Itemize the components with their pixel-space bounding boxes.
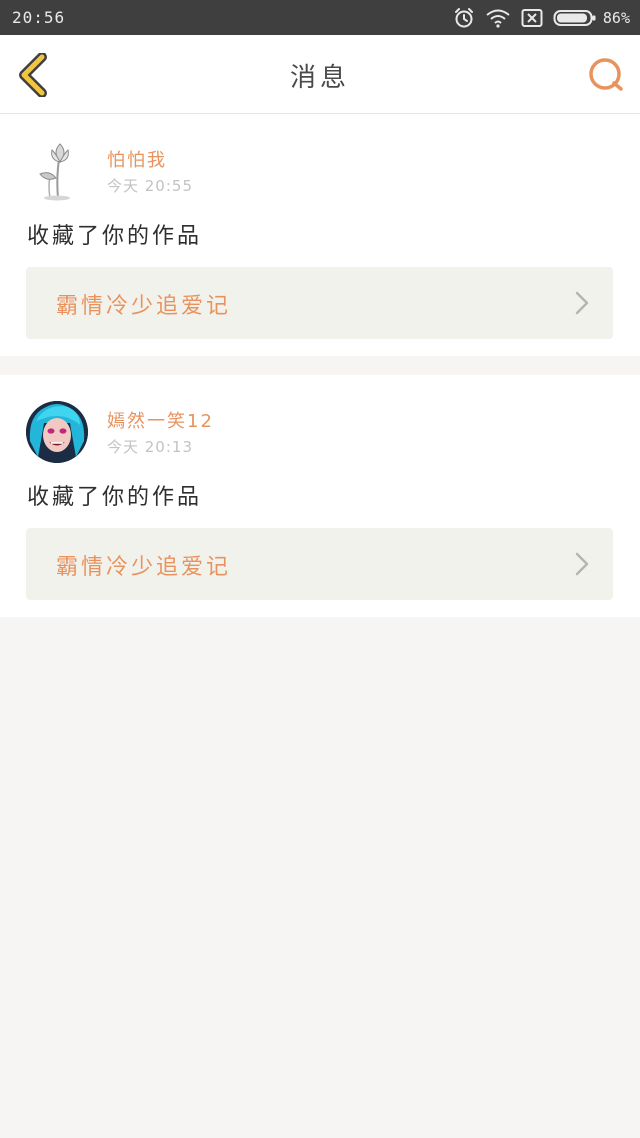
battery-icon bbox=[553, 8, 597, 28]
notification-message: 收藏了你的作品 bbox=[27, 224, 203, 249]
status-time: 20:56 bbox=[12, 8, 66, 27]
header: 消息 bbox=[0, 35, 640, 114]
jinx-avatar-image bbox=[26, 401, 88, 463]
timestamp: 今天 20:13 bbox=[107, 438, 193, 456]
work-title: 霸情冷少追爱记 bbox=[56, 555, 232, 580]
work-title: 霸情冷少追爱记 bbox=[56, 294, 232, 319]
username[interactable]: 怕怕我 bbox=[107, 146, 167, 172]
notification-card: 嫣然一笑12 今天 20:13 收藏了你的作品 霸情冷少追爱记 bbox=[0, 375, 640, 617]
notification-message: 收藏了你的作品 bbox=[27, 485, 203, 510]
status-icons: 86% bbox=[453, 6, 630, 30]
search-button[interactable] bbox=[586, 55, 626, 95]
avatar[interactable] bbox=[26, 140, 88, 202]
wifi-icon bbox=[485, 8, 511, 28]
status-bar: 20:56 86% bbox=[0, 0, 640, 35]
chevron-right-icon bbox=[575, 552, 589, 576]
battery-percent: 86% bbox=[602, 9, 630, 27]
avatar[interactable] bbox=[26, 401, 88, 463]
work-link[interactable]: 霸情冷少追爱记 bbox=[26, 267, 613, 339]
search-icon bbox=[589, 58, 623, 91]
page-title: 消息 bbox=[289, 63, 350, 93]
chevron-right-icon bbox=[575, 291, 589, 315]
no-sim-icon bbox=[521, 8, 543, 28]
username[interactable]: 嫣然一笑12 bbox=[107, 407, 214, 433]
lotus-avatar-image bbox=[39, 143, 70, 201]
timestamp: 今天 20:55 bbox=[107, 177, 193, 195]
notification-card: 怕怕我 今天 20:55 收藏了你的作品 霸情冷少追爱记 bbox=[0, 114, 640, 356]
work-link[interactable]: 霸情冷少追爱记 bbox=[26, 528, 613, 600]
alarm-icon bbox=[453, 7, 475, 29]
